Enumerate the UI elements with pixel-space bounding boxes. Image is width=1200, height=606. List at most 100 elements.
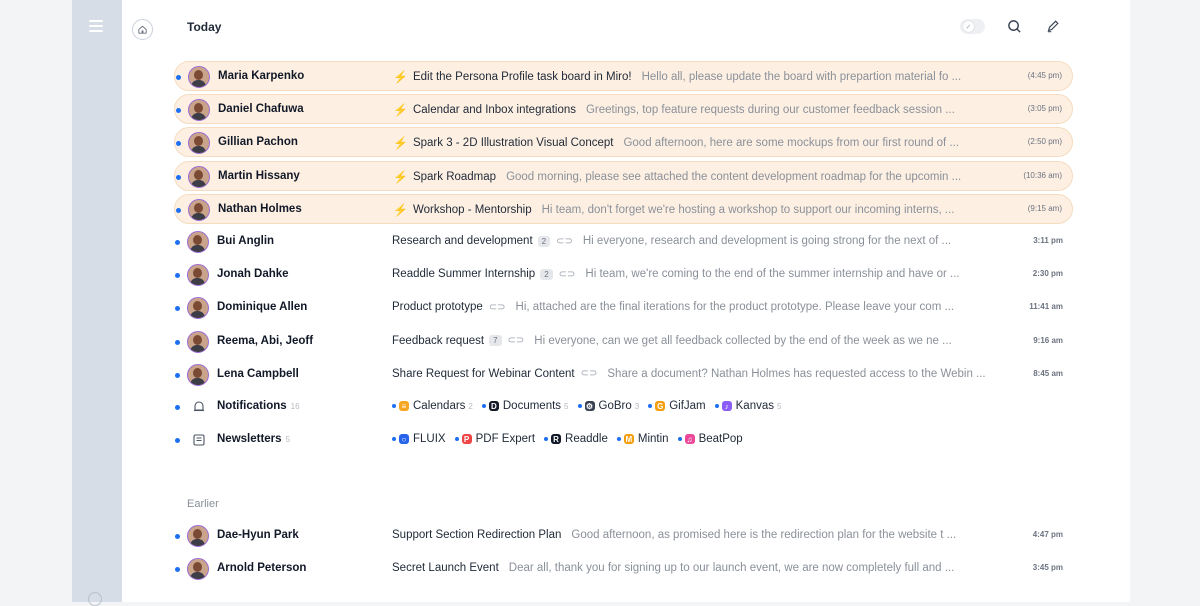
sender-name: Jonah Dahke	[217, 268, 289, 281]
subject-text: Secret Launch Event	[392, 562, 499, 575]
home-button[interactable]	[132, 19, 153, 40]
app-count: 3	[634, 401, 640, 411]
avatar-body	[190, 278, 205, 286]
unread-dot	[577, 404, 582, 408]
group-count: 16	[290, 402, 300, 411]
check-icon: ✓	[963, 21, 974, 32]
app-icon: ⚙	[584, 401, 595, 411]
subject-text: Support Section Redirection Plan	[392, 529, 562, 541]
app-count: 5	[776, 401, 782, 411]
email-time: 2:30 pm	[1032, 269, 1063, 279]
compose-button[interactable]	[1044, 17, 1062, 35]
group-row-notifications[interactable]: Notifications 16 ≡ Calendars 2 D Documents 5 ⚙ Go…	[174, 392, 1073, 422]
unread-dot	[176, 207, 181, 213]
email-time: 3:11 pm	[1033, 236, 1063, 245]
app-chip[interactable]: D Documents 5	[481, 400, 569, 412]
group-count: 5	[285, 435, 291, 444]
email-preview: Hi team, don't forget we're hosting a wo…	[541, 203, 955, 216]
menu-icon[interactable]	[89, 20, 103, 32]
app-chip[interactable]: G GifJam	[648, 400, 706, 412]
avatar-body	[190, 539, 205, 546]
app-name: Mintin	[637, 433, 669, 445]
thread-count-badge: 7	[489, 335, 502, 347]
email-subject: Support Section Redirection Plan Good aft…	[392, 529, 956, 541]
email-subject: ⚡ Spark 3 - 2D Illustration Visual Concep…	[393, 136, 959, 150]
email-row[interactable]: Arnold Peterson Secret Launch Event Dear a…	[174, 554, 1073, 584]
app-name: BeatPop	[698, 433, 743, 445]
unread-dot	[175, 534, 180, 539]
email-row[interactable]: Nathan Holmes ⚡ Workshop - Mentorship Hi te…	[174, 193, 1073, 224]
app-count: 2	[468, 401, 473, 411]
email-subject: Share Request for Webinar Content ⊂⊃ Share…	[392, 368, 986, 380]
app-chip[interactable]: ♫ BeatPop	[677, 433, 743, 445]
email-subject: ⚡ Spark Roadmap Good morning, please see a…	[393, 170, 961, 184]
email-preview: Good afternoon, as promised here is the …	[571, 529, 957, 541]
unread-dot	[616, 437, 621, 441]
email-time: 11:41 am	[1029, 302, 1063, 312]
app-chip[interactable]: ○ FLUIX	[392, 433, 446, 445]
app-icon: G	[655, 401, 666, 411]
email-subject: Feedback request 7 ⊂⊃ Hi everyone, can we g…	[392, 335, 952, 347]
sender-name: Daniel Chafuwa	[218, 103, 304, 116]
priority-bolt-icon: ⚡	[393, 136, 408, 151]
app-name: GifJam	[669, 400, 706, 412]
avatar-head	[193, 367, 202, 378]
avatar-body	[190, 377, 205, 385]
unread-dot	[677, 437, 682, 441]
email-time: (3:05 pm)	[1027, 104, 1062, 114]
sender-name: Dae-Hyun Park	[217, 529, 299, 541]
app-chip[interactable]: ≡ Calendars 2	[392, 400, 473, 412]
unread-dot	[176, 174, 181, 180]
email-subject: ⚡ Calendar and Inbox integrations Greeting…	[393, 103, 955, 117]
email-preview: Greetings, top feature requests during o…	[585, 104, 955, 117]
avatar-head	[194, 70, 203, 80]
subject-text: Workshop - Mentorship	[412, 203, 532, 216]
app-name: Readdle	[565, 433, 608, 445]
group-row-newsletters[interactable]: Newsletters 5 ○ FLUIX P PDF Expert R Readdle M Mi…	[174, 425, 1073, 455]
email-subject: ⚡ Workshop - Mentorship Hi team, don't for…	[393, 203, 954, 217]
subject-text: Spark Roadmap	[412, 170, 497, 183]
email-row[interactable]: Martin Hissany ⚡ Spark Roadmap Good morning…	[174, 160, 1073, 191]
email-preview: Hi, attached are the final iterations fo…	[515, 301, 955, 314]
email-row[interactable]: Daniel Chafuwa ⚡ Calendar and Inbox integr…	[174, 94, 1073, 125]
email-preview: Good afternoon, here are some mockups fr…	[623, 137, 960, 150]
email-row[interactable]: Reema, Abi, Jeoff Feedback request 7 ⊂⊃ Hi e…	[174, 327, 1073, 357]
app-chip[interactable]: M Mintin	[616, 433, 669, 445]
avatar	[188, 198, 210, 221]
avatar-body	[190, 344, 205, 352]
unread-dot	[175, 372, 180, 378]
settings-icon[interactable]	[88, 592, 102, 606]
app-chip[interactable]: R Readdle	[544, 433, 608, 445]
email-row[interactable]: Maria Karpenko ⚡ Edit the Persona Profile …	[174, 61, 1073, 91]
avatar-head	[193, 334, 202, 345]
attachment-icon: ⊂⊃	[507, 335, 525, 347]
sidebar	[72, 0, 122, 602]
email-row[interactable]: Dominique Allen Product prototype ⊂⊃ Hi, at…	[174, 293, 1073, 323]
sender-name: Arnold Peterson	[217, 562, 307, 575]
search-button[interactable]	[1005, 17, 1023, 35]
subject-text: Readdle Summer Internship	[392, 268, 536, 281]
avatar	[188, 165, 210, 188]
group-name: Notifications	[217, 400, 287, 412]
app-chip[interactable]: ⚙ GoBro 3	[577, 400, 640, 412]
pen-icon	[1047, 20, 1059, 33]
done-toggle[interactable]: ✓	[960, 19, 985, 34]
unread-dot	[175, 339, 180, 345]
avatar-body	[191, 80, 206, 87]
email-row[interactable]: Lena Campbell Share Request for Webinar C…	[174, 360, 1073, 390]
avatar-head	[193, 301, 202, 312]
email-row[interactable]: Dae-Hyun Park Support Section Redirection…	[174, 521, 1073, 551]
subject-text: Research and development	[392, 235, 533, 247]
unread-dot	[176, 141, 181, 147]
email-row[interactable]: Bui Anglin Research and development 2 ⊂⊃ Hi …	[174, 227, 1073, 257]
unread-dot	[544, 437, 549, 441]
email-row[interactable]: Gillian Pachon ⚡ Spark 3 - 2D Illustration…	[174, 127, 1073, 158]
avatar-head	[193, 268, 202, 279]
group-chips: ○ FLUIX P PDF Expert R Readdle M Mintin ♫ BeatPop	[392, 433, 752, 445]
priority-bolt-icon: ⚡	[393, 103, 408, 118]
app-chip[interactable]: ♪ Kanvas 5	[714, 400, 782, 412]
app-chip[interactable]: P PDF Expert	[454, 433, 535, 445]
sender-name: Martin Hissany	[218, 169, 300, 182]
avatar-body	[191, 113, 206, 121]
email-row[interactable]: Jonah Dahke Readdle Summer Internship 2 ⊂⊃ H…	[174, 260, 1073, 290]
